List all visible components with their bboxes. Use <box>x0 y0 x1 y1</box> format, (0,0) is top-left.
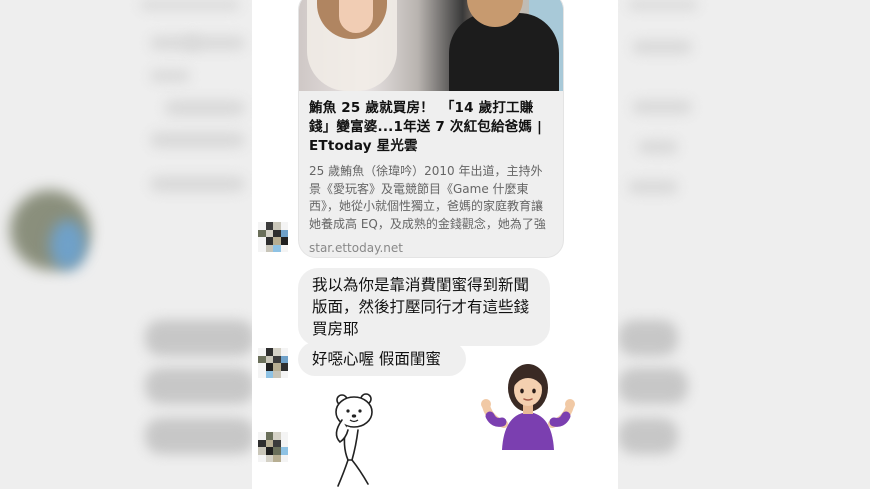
message-bubble[interactable]: 好噁心喔 假面閨蜜 <box>298 342 466 376</box>
link-preview-card[interactable]: 鮪魚 25 歲就買房！ 「14 歲打工賺錢」變富婆...1年送 7 次紅包給爸媽… <box>298 0 564 258</box>
link-preview-title: 鮪魚 25 歲就買房！ 「14 歲打工賺錢」變富婆...1年送 7 次紅包給爸媽… <box>309 100 543 154</box>
link-preview-description: 25 歲鮪魚（徐瑋吟）2010 年出道，主持外景《愛玩客》及電競節目《Game … <box>309 164 546 231</box>
sender-avatar[interactable] <box>258 432 288 462</box>
link-preview-domain: star.ettoday.net <box>309 241 403 255</box>
bear-sticker <box>335 393 373 487</box>
chat-thread: 鮪魚 25 歲就買房！ 「14 歲打工賺錢」變富婆...1年送 7 次紅包給爸媽… <box>252 0 618 489</box>
blurred-left-panel <box>0 0 252 489</box>
blurred-right-panel <box>618 0 870 489</box>
link-preview-image <box>299 0 563 91</box>
sender-avatar[interactable] <box>258 348 288 378</box>
message-bubble[interactable]: 我以為你是靠消費閨蜜得到新聞版面，然後打壓同行才有這些錢買房耶 <box>298 268 550 346</box>
shrugging-woman-emoji <box>481 364 575 450</box>
sender-avatar[interactable] <box>258 222 288 252</box>
